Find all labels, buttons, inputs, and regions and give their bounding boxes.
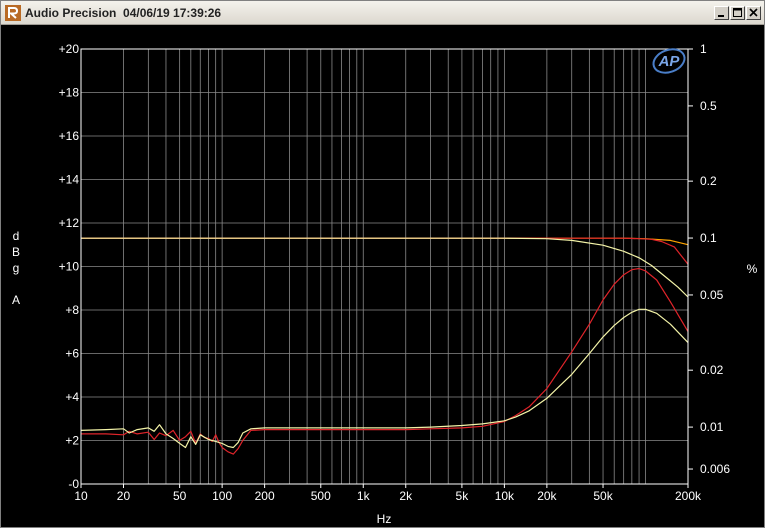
y-left-tick-label: +6: [65, 347, 79, 361]
y-right-tick-label: 1: [700, 42, 707, 56]
x-tick-label: 100: [212, 489, 232, 503]
x-tick-label: 10k: [495, 489, 515, 503]
series-line-yellow-right: [80, 308, 689, 449]
y-left-label-1: d: [13, 229, 20, 243]
title-bar[interactable]: Audio Precision 04/06/19 17:39:26: [1, 1, 764, 25]
grid: [80, 48, 689, 485]
y-right-tick-label: 0.1: [700, 231, 717, 245]
series-line-red-left: [81, 237, 689, 265]
y-right-tick-label: 0.006: [700, 462, 730, 476]
window-title: Audio Precision 04/06/19 17:39:26: [25, 6, 222, 20]
y-left-label-3: g: [13, 261, 20, 275]
series-line-yellow-left: [81, 237, 689, 298]
minimize-button[interactable]: [714, 6, 729, 20]
y-left-tick-label: +18: [59, 86, 80, 100]
x-tick-label: 20: [117, 489, 131, 503]
y-left-tick-label: +12: [59, 216, 80, 230]
x-tick-label: 50: [173, 489, 187, 503]
app-window: Audio Precision 04/06/19 17:39:26 10 20 50…: [0, 0, 765, 528]
x-tick-label: 5k: [456, 489, 470, 503]
series-line-red-right: [81, 267, 689, 455]
y-left-tick-label: +16: [59, 129, 80, 143]
y-right-tick-label: 0.5: [700, 99, 717, 113]
close-icon: [749, 8, 758, 17]
x-tick-label: 200: [255, 489, 275, 503]
ap-logo: AP: [652, 48, 686, 74]
y-right-tick-label: 0.01: [700, 420, 724, 434]
y-left-tick-label: +20: [59, 42, 80, 56]
y-left-tick-label: +14: [59, 173, 80, 187]
y-left-tick-label: +2: [65, 434, 79, 448]
x-tick-label: 2k: [399, 489, 413, 503]
minimize-icon: [718, 15, 724, 17]
series: [80, 237, 689, 455]
y-left-tick-label: -0: [68, 477, 79, 491]
x-tick-label: 1k: [357, 489, 371, 503]
x-tick-label: 500: [311, 489, 331, 503]
ap-logo-text: AP: [658, 53, 681, 70]
y-right-label: %: [747, 262, 758, 276]
x-axis-label: Hz: [377, 512, 392, 526]
y-left-tick-label: +8: [65, 303, 79, 317]
audio-precision-icon: [5, 5, 21, 21]
maximize-button[interactable]: [730, 6, 745, 20]
x-tick-label: 20k: [537, 489, 557, 503]
maximize-icon: [733, 8, 742, 17]
x-tick-label: 10: [74, 489, 88, 503]
y-left-tick-label: +4: [65, 390, 79, 404]
y-right-tick-label: 0.2: [700, 174, 717, 188]
y-left-tick-label: +10: [59, 260, 80, 274]
y-left-label-2: B: [12, 245, 20, 259]
thd-frequency-chart: 10 20 50 100 200 500 1k 2k 5k 10k 20k 50k 200k -0 +2 +4…: [12, 42, 758, 526]
x-tick-label: 200k: [675, 489, 702, 503]
y-right-tick-label: 0.05: [700, 288, 724, 302]
y-left-label-5: A: [12, 293, 20, 307]
graph-panel: 10 20 50 100 200 500 1k 2k 5k 10k 20k 50k 200k -0 +2 +4…: [1, 25, 764, 527]
y-right-tick-label: 0.02: [700, 363, 724, 377]
x-tick-label: 50k: [593, 489, 613, 503]
close-button[interactable]: [746, 6, 761, 20]
